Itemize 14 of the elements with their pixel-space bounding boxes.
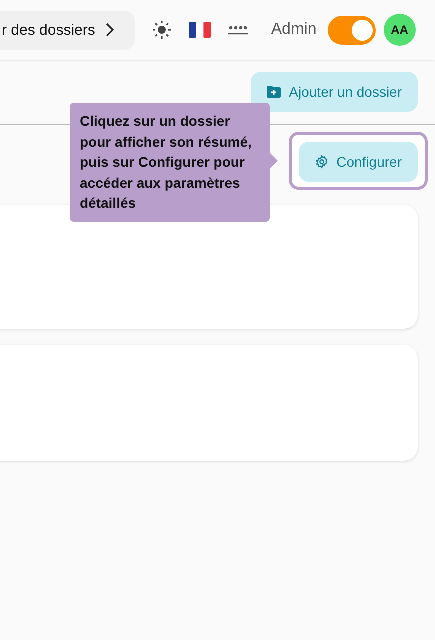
sun-icon[interactable] xyxy=(152,20,172,40)
flag-icon[interactable] xyxy=(189,22,212,38)
tooltip: Cliquez sur un dossier pour afficher son résumé, puis sur Configurer pour accéder aux paramètres détaillés xyxy=(70,103,270,222)
add-folder-button[interactable]: Ajouter un dossier xyxy=(251,72,418,112)
configure-button[interactable]: Configurer xyxy=(298,142,418,182)
settings-icon xyxy=(314,155,329,169)
avatar[interactable]: AA xyxy=(384,14,416,46)
chevron-right-icon xyxy=(105,23,116,37)
password-icon[interactable] xyxy=(228,24,248,36)
toggle-switch[interactable] xyxy=(328,16,376,44)
breadcrumb-button[interactable]: r des dossiers xyxy=(0,10,136,50)
tooltip-pointer xyxy=(270,153,278,169)
folder-plus-icon xyxy=(267,86,282,98)
user-label: Admin xyxy=(271,21,317,39)
